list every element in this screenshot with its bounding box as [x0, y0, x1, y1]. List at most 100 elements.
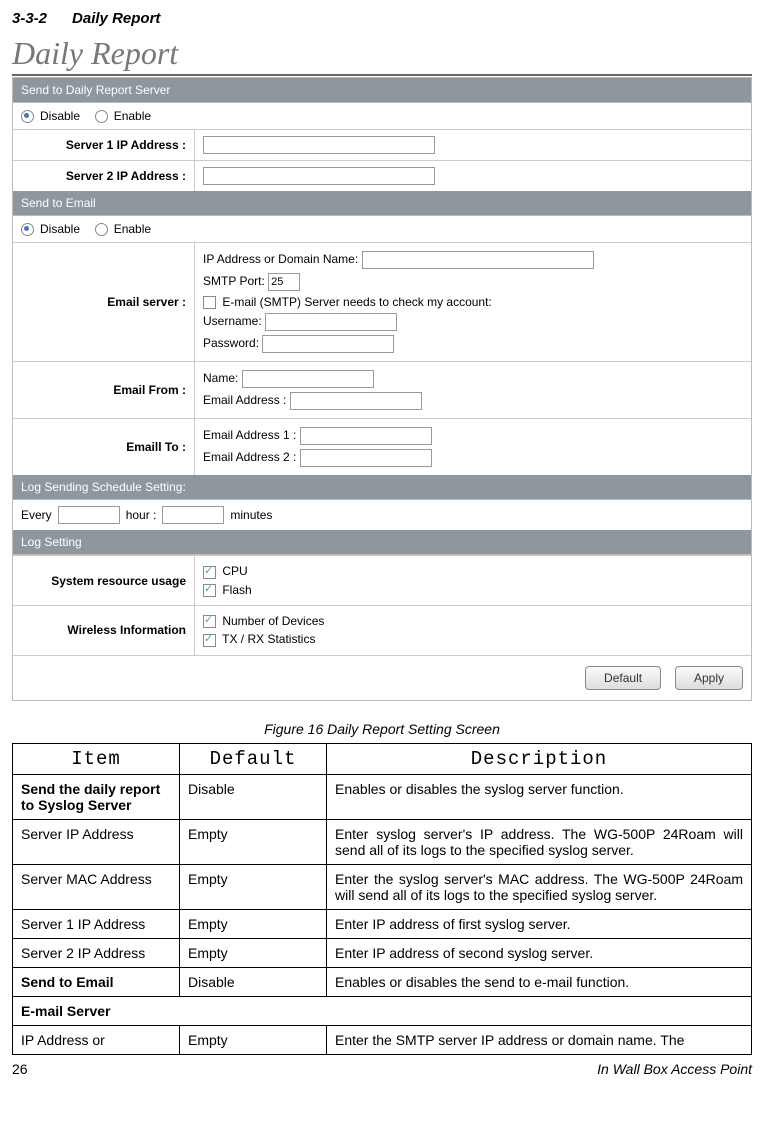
daily-report-toggle: Disable Enable — [13, 103, 751, 129]
section-header: 3-3-2 Daily Report — [12, 10, 752, 27]
server2-label: Server 2 IP Address : — [13, 161, 195, 192]
email-disable-label: Disable — [40, 222, 80, 236]
email-from-label: Email From : — [13, 362, 195, 419]
cell-item: IP Address or — [13, 1025, 180, 1054]
minutes-label: minutes — [230, 508, 272, 522]
email-server-label: Email server : — [13, 243, 195, 362]
description-table: Item Default Description Send the daily … — [12, 743, 752, 1055]
email-from-cell: Name: Email Address : — [195, 362, 752, 419]
bar-log-setting: Log Setting — [13, 530, 751, 555]
table-row: E-mail Server — [13, 996, 752, 1025]
password-input[interactable] — [262, 335, 394, 353]
server1-input[interactable] — [203, 136, 435, 154]
email-toggle: Disable Enable — [13, 216, 751, 242]
th-desc: Description — [327, 743, 752, 774]
num-devices-label: Number of Devices — [222, 614, 324, 628]
log-setting-table: System resource usage CPU Flash Wireless… — [13, 555, 751, 654]
cell-default: Empty — [180, 819, 327, 864]
username-input[interactable] — [265, 313, 397, 331]
figure-caption: Figure 16 Daily Report Setting Screen — [12, 721, 752, 737]
server2-input[interactable] — [203, 167, 435, 185]
settings-panel: Send to Daily Report Server Disable Enab… — [12, 77, 752, 701]
enable-label: Enable — [114, 109, 151, 123]
email-addr1-input[interactable] — [300, 427, 432, 445]
radio-email-disable-icon[interactable] — [21, 223, 34, 236]
cell-desc: Enter syslog server's IP address. The WG… — [327, 819, 752, 864]
wireless-info-cell: Number of Devices TX / RX Statistics — [195, 605, 752, 654]
txrx-check-icon[interactable] — [203, 634, 216, 647]
table-row: Server 1 IP AddressEmptyEnter IP address… — [13, 909, 752, 938]
page-footer: 26 In Wall Box Access Point — [12, 1061, 752, 1077]
cell-item: Send the daily report to Syslog Server — [13, 774, 180, 819]
smtp-port-label: SMTP Port: — [203, 274, 265, 288]
ip-domain-label: IP Address or Domain Name: — [203, 252, 358, 266]
cell-desc: Enter IP address of second syslog server… — [327, 938, 752, 967]
footer-label: In Wall Box Access Point — [597, 1061, 752, 1077]
table-row: Server IP AddressEmptyEnter syslog serve… — [13, 819, 752, 864]
server1-label: Server 1 IP Address : — [13, 130, 195, 161]
smtp-check-icon[interactable] — [203, 296, 216, 309]
th-item: Item — [13, 743, 180, 774]
name-label: Name: — [203, 372, 238, 386]
table-row: IP Address orEmptyEnter the SMTP server … — [13, 1025, 752, 1054]
cell-desc: Enables or disables the send to e-mail f… — [327, 967, 752, 996]
email-to-cell: Email Address 1 : Email Address 2 : — [195, 419, 752, 476]
email-table: Email server : IP Address or Domain Name… — [13, 242, 751, 475]
cell-item: Server IP Address — [13, 819, 180, 864]
radio-disable-icon[interactable] — [21, 110, 34, 123]
cell-default: Disable — [180, 774, 327, 819]
cell-item: Server 2 IP Address — [13, 938, 180, 967]
cell-default: Empty — [180, 1025, 327, 1054]
num-devices-check-icon[interactable] — [203, 615, 216, 628]
th-default: Default — [180, 743, 327, 774]
txrx-label: TX / RX Statistics — [222, 632, 315, 646]
table-row: Server 2 IP AddressEmptyEnter IP address… — [13, 938, 752, 967]
table-row: Send the daily report to Syslog ServerDi… — [13, 774, 752, 819]
username-label: Username: — [203, 315, 262, 329]
smtp-port-input[interactable]: 25 — [268, 273, 300, 291]
schedule-row: Every hour : minutes — [13, 500, 751, 530]
email-addr1-label: Email Address 1 : — [203, 429, 296, 443]
cell-default: Empty — [180, 909, 327, 938]
email-addr2-label: Email Address 2 : — [203, 451, 296, 465]
flash-check-icon[interactable] — [203, 584, 216, 597]
every-input[interactable] — [58, 506, 120, 524]
bar-send-daily-report: Send to Daily Report Server — [13, 78, 751, 103]
cell-item: Server MAC Address — [13, 864, 180, 909]
sys-usage-cell: CPU Flash — [195, 556, 752, 606]
title-rule — [12, 74, 752, 76]
hour-input[interactable] — [162, 506, 224, 524]
email-addr2-input[interactable] — [300, 449, 432, 467]
wireless-info-label: Wireless Information — [13, 605, 195, 654]
cell-desc: Enter the SMTP server IP address or doma… — [327, 1025, 752, 1054]
table-row: Send to EmailDisableEnables or disables … — [13, 967, 752, 996]
bar-send-to-email: Send to Email — [13, 191, 751, 216]
email-addr-input[interactable] — [290, 392, 422, 410]
password-label: Password: — [203, 337, 259, 351]
cell-item: Server 1 IP Address — [13, 909, 180, 938]
radio-email-enable-icon[interactable] — [95, 223, 108, 236]
email-server-cell: IP Address or Domain Name: SMTP Port: 25… — [195, 243, 752, 362]
bar-log-schedule: Log Sending Schedule Setting: — [13, 475, 751, 500]
ip-domain-input[interactable] — [362, 251, 594, 269]
name-input[interactable] — [242, 370, 374, 388]
cell-desc: Enter IP address of first syslog server. — [327, 909, 752, 938]
cell-item: E-mail Server — [13, 996, 752, 1025]
cell-default: Empty — [180, 938, 327, 967]
cell-desc: Enables or disables the syslog server fu… — [327, 774, 752, 819]
page-number: 26 — [12, 1061, 28, 1077]
email-to-label: Emaill To : — [13, 419, 195, 476]
table-header-row: Item Default Description — [13, 743, 752, 774]
page-title: Daily Report — [12, 35, 752, 72]
table-row: Server MAC AddressEmptyEnter the syslog … — [13, 864, 752, 909]
email-enable-label: Enable — [114, 222, 151, 236]
apply-button[interactable]: Apply — [675, 666, 743, 690]
default-button[interactable]: Default — [585, 666, 661, 690]
sys-usage-label: System resource usage — [13, 556, 195, 606]
email-addr-label: Email Address : — [203, 394, 286, 408]
smtp-check-label: E-mail (SMTP) Server needs to check my a… — [222, 295, 491, 309]
disable-label: Disable — [40, 109, 80, 123]
radio-enable-icon[interactable] — [95, 110, 108, 123]
cpu-check-icon[interactable] — [203, 566, 216, 579]
cpu-label: CPU — [222, 564, 247, 578]
